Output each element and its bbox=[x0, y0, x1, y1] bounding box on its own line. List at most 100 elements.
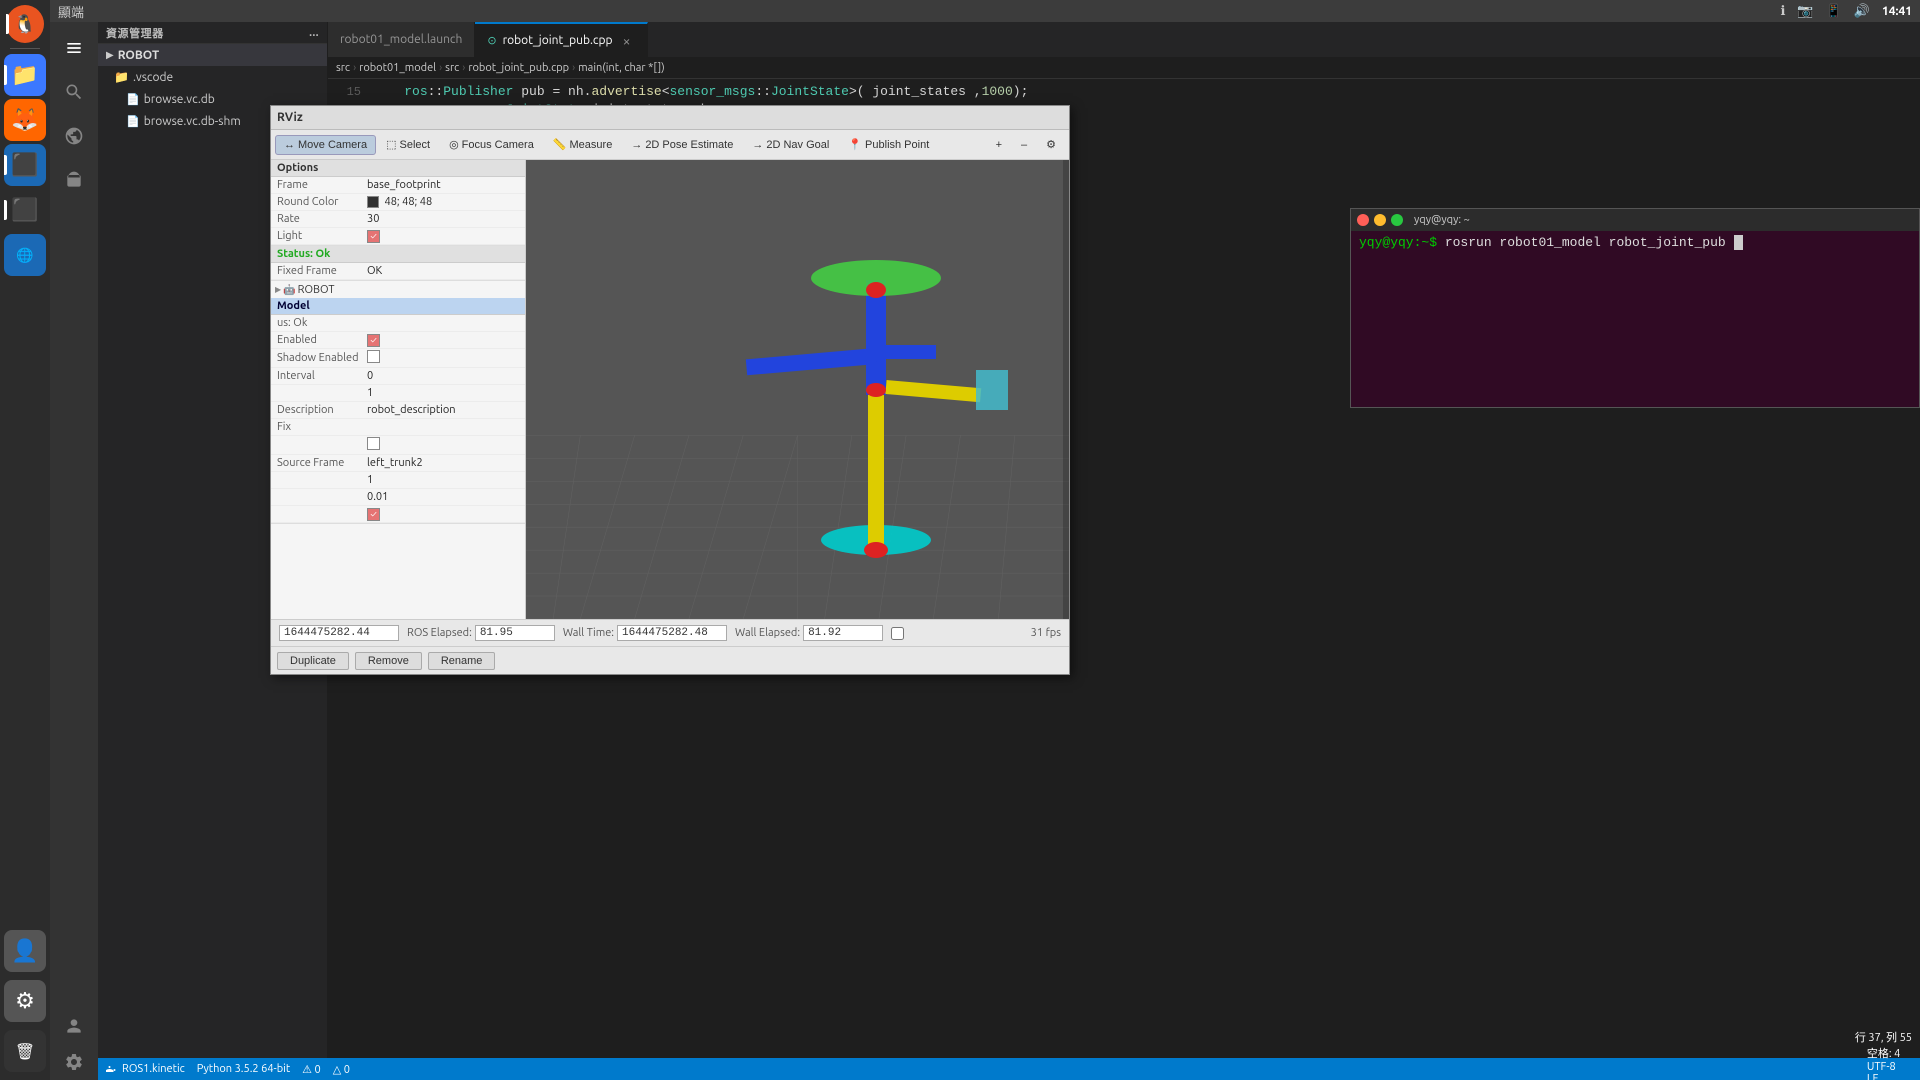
bottom-checkbox[interactable]: ✓ bbox=[367, 508, 380, 521]
status-python[interactable]: Python 3.5.2 64-bit bbox=[197, 1063, 290, 1075]
move-camera-label: Move Camera bbox=[298, 139, 367, 151]
tool-measure[interactable]: 📏 Measure bbox=[544, 134, 622, 155]
publish-point-label: Publish Point bbox=[865, 139, 929, 151]
dock-icon-ubuntu[interactable]: 🐧 bbox=[6, 5, 44, 43]
tab-cpp[interactable]: ⊙ robot_joint_pub.cpp × bbox=[475, 22, 647, 57]
topbar-phone-icon: 📱 bbox=[1826, 4, 1842, 19]
tool-publish-point[interactable]: 📍 Publish Point bbox=[839, 134, 938, 155]
status-branch-label: ROS1.kinetic bbox=[122, 1063, 185, 1075]
terminal-cursor bbox=[1734, 235, 1743, 250]
tree-robot[interactable]: ▶ 🤖 ROBOT bbox=[271, 281, 525, 298]
tool-focus-camera[interactable]: ◎ Focus Camera bbox=[440, 134, 543, 155]
activity-icon-user[interactable] bbox=[56, 1008, 92, 1044]
tab-cpp-label: robot_joint_pub.cpp bbox=[503, 34, 613, 47]
dock-icon-files[interactable]: 📁 bbox=[4, 54, 46, 96]
time-input[interactable] bbox=[279, 625, 399, 641]
tool-2d-pose[interactable]: → 2D Pose Estimate bbox=[622, 135, 742, 155]
rviz-action-buttons: Duplicate Remove Rename bbox=[271, 646, 1069, 674]
tab-cpp-icon: ⊙ bbox=[487, 34, 496, 47]
config-value-frame: base_footprint bbox=[367, 179, 441, 191]
breadcrumb-sep-1: › bbox=[353, 62, 356, 74]
light-checkbox[interactable]: ✓ bbox=[367, 230, 380, 243]
move-camera-icon: ↔ bbox=[284, 139, 295, 151]
tool-select[interactable]: ⬚ Select bbox=[377, 134, 439, 155]
config-label-frame: Frame bbox=[277, 179, 367, 191]
terminal-cmd-text: rosrun robot01_model robot_joint_pub bbox=[1445, 235, 1726, 250]
empty1-checkbox[interactable] bbox=[367, 437, 380, 450]
dock-icon-vscode[interactable]: ⬛ bbox=[4, 144, 46, 186]
terminal-window: yqy@yqy: ~ yqy@yqy:~$ rosrun robot01_mod… bbox=[1350, 208, 1920, 408]
config-value-cb-red: ✓ bbox=[367, 508, 380, 521]
wall-elapsed-input[interactable] bbox=[803, 625, 883, 641]
tool-add[interactable]: + bbox=[987, 135, 1011, 155]
remove-button[interactable]: Remove bbox=[355, 652, 422, 670]
status-warnings[interactable]: △ 0 bbox=[333, 1063, 350, 1076]
tool-settings[interactable]: ⚙ bbox=[1037, 134, 1065, 155]
terminal-titlebar: yqy@yqy: ~ bbox=[1351, 209, 1919, 231]
duplicate-button[interactable]: Duplicate bbox=[277, 652, 349, 670]
activity-icon-git[interactable] bbox=[56, 118, 92, 154]
tree-item-robot[interactable]: ▶ ROBOT bbox=[98, 44, 327, 66]
dock-icon-terminal[interactable]: ⬛ bbox=[4, 189, 46, 231]
publish-point-icon: 📍 bbox=[848, 138, 862, 151]
select-label: Select bbox=[399, 139, 430, 151]
config-section-model: Model us: Ok Enabled ✓ Shadow Enabled bbox=[271, 298, 525, 524]
ros-elapsed-input[interactable] bbox=[475, 625, 555, 641]
config-options-header: Options bbox=[271, 160, 525, 177]
rename-button[interactable]: Rename bbox=[428, 652, 496, 670]
activity-bottom bbox=[56, 1008, 92, 1080]
focus-camera-icon: ◎ bbox=[449, 138, 459, 151]
config-label-fix: Fix bbox=[277, 421, 367, 433]
terminal-minimize-button[interactable] bbox=[1374, 214, 1386, 226]
dock-icon-firefox[interactable]: 🦊 bbox=[4, 99, 46, 141]
status-spaces[interactable]: 空格: 4 bbox=[1867, 1045, 1912, 1061]
dock-icon-browser[interactable]: 🌐 bbox=[4, 234, 46, 276]
status-branch[interactable]: ROS1.kinetic bbox=[106, 1063, 185, 1075]
status-errors-label: ⚠ 0 bbox=[302, 1063, 321, 1076]
terminal-maximize-button[interactable] bbox=[1391, 214, 1403, 226]
rviz-status-bar: ROS Elapsed: Wall Time: Wall Elapsed: 31… bbox=[271, 620, 1069, 646]
config-value-rate: 30 bbox=[367, 213, 379, 225]
activity-icon-explorer[interactable] bbox=[56, 30, 92, 66]
terminal-body[interactable]: yqy@yqy:~$ rosrun robot01_model robot_jo… bbox=[1351, 231, 1919, 407]
activity-icon-debug[interactable] bbox=[56, 162, 92, 198]
enabled-checkbox[interactable]: ✓ bbox=[367, 334, 380, 347]
dock-icon-trash[interactable]: ⚙ bbox=[4, 980, 46, 1022]
config-value-shadow bbox=[367, 350, 380, 366]
config-model-header: Model bbox=[271, 298, 525, 315]
dock-icon-apps[interactable]: 🗑 bbox=[4, 1030, 46, 1072]
config-label-fixed-frame: Fixed Frame bbox=[277, 265, 367, 277]
experimental-checkbox[interactable] bbox=[891, 627, 904, 640]
tool-2d-nav[interactable]: → 2D Nav Goal bbox=[743, 135, 838, 155]
tab-cpp-close[interactable]: × bbox=[619, 33, 635, 49]
status-line-ending[interactable]: LF bbox=[1867, 1073, 1912, 1080]
status-line-ending-label: LF bbox=[1867, 1073, 1878, 1080]
tool-move-camera[interactable]: ↔ Move Camera bbox=[275, 135, 376, 155]
viewport-resize-handle[interactable] bbox=[1063, 160, 1069, 619]
breadcrumb-sep-4: › bbox=[572, 62, 575, 74]
rviz-bottom-area: ROS Elapsed: Wall Time: Wall Elapsed: 31… bbox=[271, 619, 1069, 674]
rviz-3d-viewport[interactable] bbox=[526, 160, 1069, 619]
vscode-status-bar: ROS1.kinetic Python 3.5.2 64-bit ⚠ 0 △ 0… bbox=[98, 1058, 1920, 1080]
terminal-close-button[interactable] bbox=[1357, 214, 1369, 226]
dock-icon-settings[interactable]: 👤 bbox=[4, 930, 46, 972]
tab-launch[interactable]: robot01_model.launch bbox=[328, 22, 475, 57]
bg-color-swatch[interactable] bbox=[367, 196, 379, 208]
wall-time-input[interactable] bbox=[617, 625, 727, 641]
screen: 🐧 📁 🦊 ⬛ ⬛ 🌐 👤 ⚙ 🗑 顯端 ℹ 📷 📱 🔊 14:41 bbox=[0, 0, 1920, 1080]
explorer-title: 資源管理器 bbox=[106, 25, 164, 41]
add-icon: + bbox=[996, 139, 1002, 151]
config-value-source-frame: left_trunk2 bbox=[367, 457, 423, 469]
line-content-15: ros::Publisher pub = nh.advertise<sensor… bbox=[373, 83, 1028, 101]
tree-item-vscode[interactable]: 📁 .vscode bbox=[98, 66, 327, 88]
status-errors[interactable]: ⚠ 0 bbox=[302, 1063, 321, 1076]
explorer-actions[interactable]: ... bbox=[309, 27, 319, 39]
status-encoding[interactable]: UTF-8 bbox=[1867, 1061, 1912, 1073]
activity-icon-settings[interactable] bbox=[56, 1044, 92, 1080]
shadow-checkbox[interactable] bbox=[367, 350, 380, 363]
activity-icon-search[interactable] bbox=[56, 74, 92, 110]
tool-remove-tf[interactable]: – bbox=[1012, 135, 1036, 155]
status-line-col[interactable]: 行 37, 列 55 bbox=[1855, 1029, 1912, 1045]
folder-icon-vscode: 📁 bbox=[114, 70, 129, 84]
config-row-fix: Fix bbox=[271, 419, 525, 436]
